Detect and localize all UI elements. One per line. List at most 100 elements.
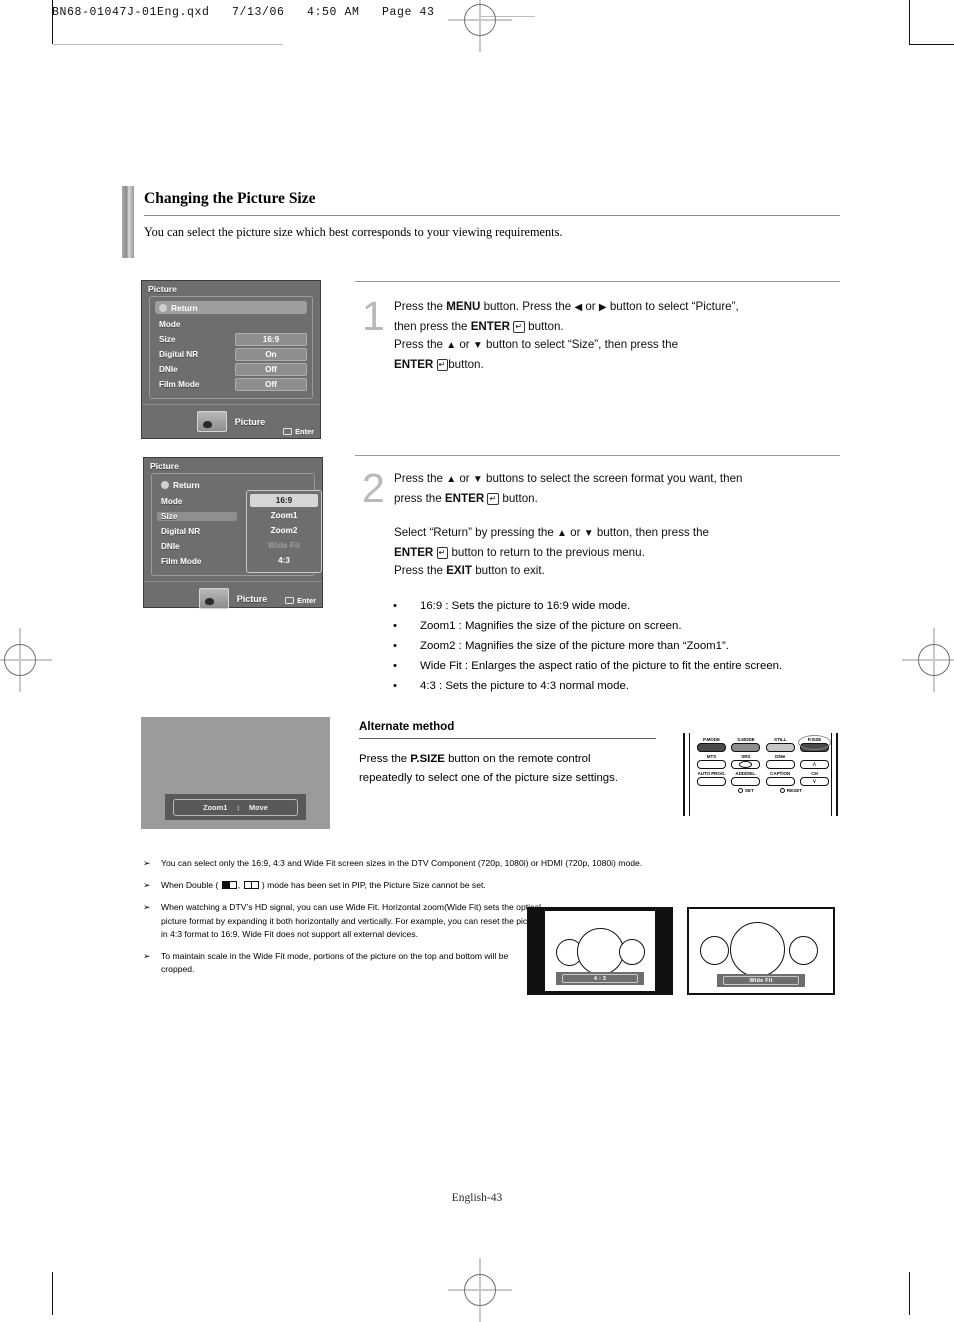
remote-cap-mts bbox=[697, 760, 726, 769]
osd1-enter-label: Enter bbox=[295, 427, 314, 436]
note2-before: When Double ( bbox=[161, 880, 219, 891]
remote-button-still[interactable]: STILL bbox=[765, 737, 795, 752]
remote-button-pmode[interactable]: P.MODE bbox=[697, 737, 726, 752]
remote-cap-dnie bbox=[765, 760, 795, 769]
osd1-row-dnie[interactable]: DNIe Off bbox=[155, 362, 307, 376]
remote-button-mts[interactable]: MTS bbox=[697, 754, 726, 769]
list-item: • Wide Fit : Enlarges the aspect ratio of… bbox=[393, 656, 843, 676]
remote-button-smode[interactable]: S.MODE bbox=[731, 737, 761, 752]
osd1-footer-label: Picture bbox=[234, 416, 266, 427]
bullet-icon: • bbox=[393, 660, 397, 672]
remote-button-caption[interactable]: CAPTION bbox=[765, 771, 795, 786]
remote-button-set[interactable]: SET bbox=[737, 788, 754, 793]
step1-line1: Press the MENU button. Press the ◀ or ▶ … bbox=[394, 300, 739, 313]
bullet-icon: • bbox=[393, 600, 397, 612]
dropdown-option-zoom2[interactable]: Zoom2 bbox=[250, 524, 318, 537]
figure-wide-fit-example: Wide Fit bbox=[687, 907, 835, 995]
remote-button-channel-down[interactable]: CH ∨ bbox=[799, 771, 829, 786]
osd1-row-mode[interactable]: Mode bbox=[155, 317, 307, 331]
osd1-label-film-mode: Film Mode bbox=[159, 379, 200, 389]
remote-row-2: MTS SRS DNIe . ∧ bbox=[697, 754, 829, 769]
osd1-label-dnie: DNIe bbox=[159, 364, 178, 374]
bullet-text-wide-fit: Wide Fit : Enlarges the aspect ratio of … bbox=[420, 660, 783, 672]
remote-row-3: AUTO PROG. ADD/DEL. CAPTION CH ∨ bbox=[697, 771, 829, 786]
remote-cap-caption bbox=[765, 777, 795, 786]
crop-mark-top-left bbox=[52, 0, 53, 44]
alt-text-c: button on the remote control bbox=[444, 753, 591, 765]
note-arrow-icon: ➢ bbox=[143, 880, 151, 891]
remote-button-dnie[interactable]: DNIe bbox=[765, 754, 795, 769]
bullet-text-zoom2: Zoom2 : Magnifies the size of the pictur… bbox=[420, 640, 729, 652]
remote-button-reset[interactable]: RESET bbox=[779, 788, 802, 793]
remote-control-diagram: P.MODE S.MODE STILL P.SIZE MTS SRS DNIe … bbox=[683, 733, 838, 816]
figure-wf-label-bar: Wide Fit bbox=[717, 974, 805, 987]
osd2-label-dnie: DNIe bbox=[161, 541, 180, 551]
osd1-label-digital-nr: Digital NR bbox=[159, 349, 199, 359]
remote-row-4: SET RESET bbox=[697, 788, 829, 793]
alt-text-line2: repeatedly to select one of the picture … bbox=[359, 772, 618, 784]
step2-line5: Press the EXIT button to exit. bbox=[394, 564, 545, 578]
remote-button-srs[interactable]: SRS bbox=[731, 754, 761, 769]
remote-button-auto-prog[interactable]: AUTO PROG. bbox=[697, 771, 726, 786]
registration-mark-right-icon bbox=[902, 628, 954, 692]
step2-divider bbox=[355, 455, 840, 456]
osd2-label-digital-nr: Digital NR bbox=[161, 526, 201, 536]
osd1-panel: Return Mode Size 16:9 Digital NR On DNIe… bbox=[149, 296, 313, 399]
title-divider bbox=[144, 215, 840, 216]
remote-cap-add-del bbox=[731, 777, 761, 786]
osd2-label-film-mode: Film Mode bbox=[161, 556, 202, 566]
onscreen-psize-example: Zoom1 ↕ Move bbox=[141, 717, 330, 829]
section-intro: You can select the picture size which be… bbox=[144, 225, 563, 239]
reset-circle-icon bbox=[779, 788, 785, 793]
osd1-row-digital-nr[interactable]: Digital NR On bbox=[155, 347, 307, 361]
remote-edge-right bbox=[830, 733, 832, 816]
osd-picture-menu-step2: Picture Return Mode Size Digital NR DNIe… bbox=[143, 457, 323, 609]
osd2-return-label: Return bbox=[173, 479, 200, 490]
osd2-label-mode: Mode bbox=[161, 496, 183, 506]
page-title: Changing the Picture Size bbox=[144, 190, 316, 207]
note-item-2: ➢ When Double ( , ) mode has been set in… bbox=[143, 879, 833, 892]
tv-screen-icon bbox=[196, 411, 227, 432]
osd-picture-menu-step1: Picture Return Mode Size 16:9 Digital NR… bbox=[141, 280, 321, 439]
step2-number: 2 bbox=[362, 465, 385, 511]
dropdown-option-43[interactable]: 4:3 bbox=[250, 554, 318, 567]
step2-line1: Press the ▲ or ▼ buttons to select the s… bbox=[394, 472, 743, 485]
osd2-header: Picture bbox=[150, 461, 179, 471]
dropdown-option-wide-fit[interactable]: Wide Fit bbox=[250, 539, 318, 552]
alternate-method-heading: Alternate method bbox=[359, 720, 455, 733]
osd2-enter-label: Enter bbox=[297, 596, 316, 605]
enter-key-icon bbox=[285, 597, 295, 604]
note-arrow-icon: ➢ bbox=[143, 858, 151, 868]
figure-wf-screen: Wide Fit bbox=[689, 909, 833, 993]
circle-small-right-icon bbox=[619, 939, 645, 965]
note-item-3: ➢ When watching a DTV’s HD signal, you c… bbox=[143, 901, 543, 941]
bullet-text-169: 16:9 : Sets the picture to 16:9 wide mod… bbox=[420, 600, 631, 612]
osd1-header: Picture bbox=[148, 284, 177, 294]
section-accent-bar bbox=[122, 186, 134, 258]
note-arrow-icon: ➢ bbox=[143, 902, 151, 913]
tv-screen-icon bbox=[198, 588, 229, 609]
osd2-size-dropdown[interactable]: 16:9 Zoom1 Zoom2 Wide Fit 4:3 bbox=[246, 490, 322, 573]
osd2-label-size: Size bbox=[157, 511, 237, 521]
alternate-method-text: Press the P.SIZE button on the remote co… bbox=[359, 750, 669, 788]
psize-mode-label: Zoom1 bbox=[203, 802, 228, 812]
remote-cap-smode bbox=[731, 743, 761, 752]
dropdown-option-169[interactable]: 16:9 bbox=[250, 494, 318, 507]
dropdown-option-zoom1[interactable]: Zoom1 bbox=[250, 509, 318, 522]
osd1-return-row[interactable]: Return bbox=[155, 301, 307, 314]
remote-button-add-del[interactable]: ADD/DEL. bbox=[731, 771, 761, 786]
enter-key-icon bbox=[283, 428, 293, 435]
return-arrow-icon bbox=[161, 480, 169, 489]
osd1-row-film-mode[interactable]: Film Mode Off bbox=[155, 377, 307, 391]
osd1-row-size[interactable]: Size 16:9 bbox=[155, 332, 307, 346]
step2-line4: ENTER ↵ button to return to the previous… bbox=[394, 545, 645, 559]
bullet-text-43: 4:3 : Sets the picture to 4:3 normal mod… bbox=[420, 680, 629, 692]
bullet-text-zoom1: Zoom1 : Magnifies the size of the pictur… bbox=[420, 620, 682, 632]
remote-button-channel-up[interactable]: . ∧ bbox=[799, 754, 829, 769]
registration-mark-top-icon bbox=[448, 0, 512, 52]
set-circle-icon bbox=[737, 788, 743, 793]
bullet-icon: • bbox=[393, 620, 397, 632]
figure-wf-label: Wide Fit bbox=[723, 976, 799, 985]
step1-line4: ENTER ↵ button. bbox=[394, 357, 484, 371]
list-item: • 16:9 : Sets the picture to 16:9 wide mo… bbox=[393, 596, 843, 616]
